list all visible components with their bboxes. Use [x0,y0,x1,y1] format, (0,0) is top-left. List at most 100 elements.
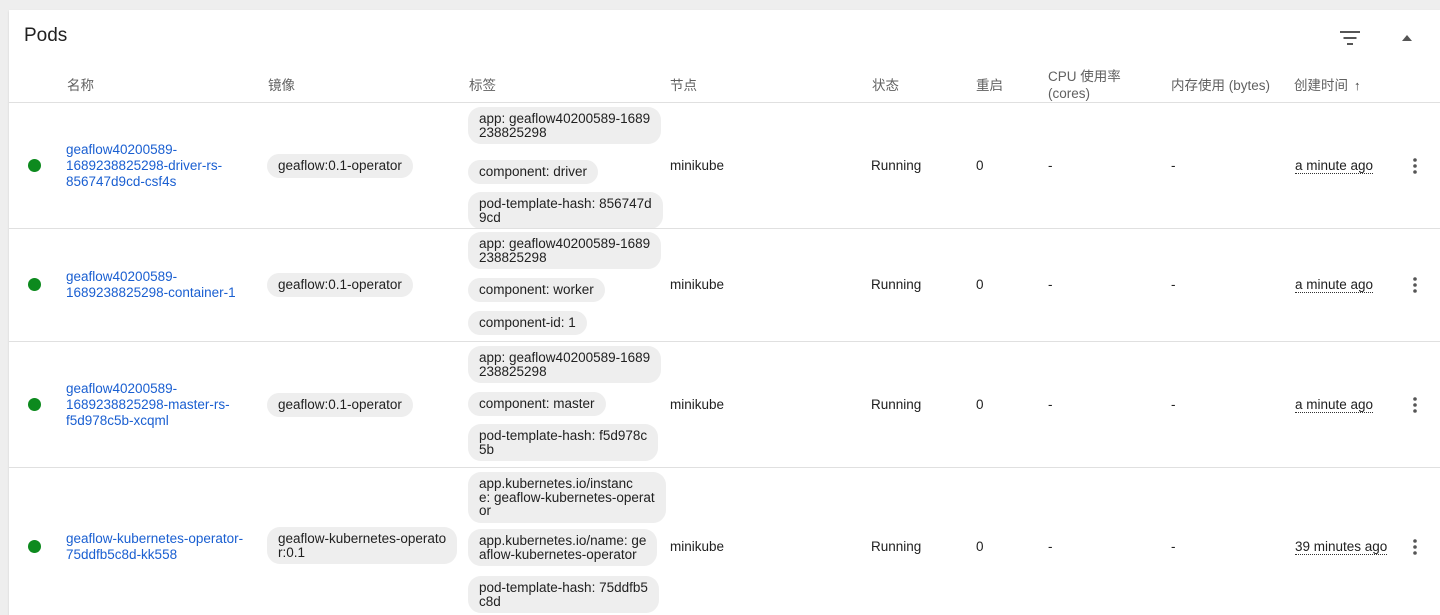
label-chip-line: component-id: 1 [479,315,576,330]
column-header-restarts: 重启 [976,77,1003,93]
label-chip-line: app.kubernetes.io/name: ge [479,533,647,548]
label-chip-line: aflow-kubernetes-operator [479,546,637,562]
pod-name-line: geaflow40200589- [66,269,178,284]
image-chip: geaflow:0.1-operator [267,273,413,297]
status-running-icon [28,398,41,411]
cpu-cell: - [1048,539,1053,554]
column-header-labels: 标签 [469,77,496,93]
header-divider [9,102,1440,103]
column-header-status: 状态 [872,77,899,93]
label-chip-line: component: master [479,396,595,411]
arrow-drop-up-icon[interactable] [1395,26,1419,50]
more-vert-icon[interactable] [1405,393,1425,417]
created-cell: a minute ago [1295,158,1374,174]
memory-cell: - [1171,158,1176,173]
more-vert-icon[interactable] [1405,273,1425,297]
pod-name-line: 1689238825298-container-1 [66,285,236,300]
pod-name-line: geaflow40200589- [66,142,178,157]
restarts-cell: 0 [976,539,984,554]
node-cell: minikube [670,539,725,554]
pod-name-link[interactable]: geaflow40200589- 1689238825298-driver-rs-… [66,142,222,190]
label-chip-line: 9cd [479,209,501,225]
status-cell: Running [871,158,922,173]
restarts-cell: 0 [976,397,984,412]
column-header-created[interactable]: 创建时间 ↑ [1294,68,1361,102]
column-header-name[interactable]: 名称 [67,68,94,102]
label-chip-line: 238825298 [479,124,547,140]
label-chip-line: app: geaflow40200589-1689 [479,111,651,126]
created-age: a minute ago [1295,277,1374,293]
column-header-memory: 内存使用 (bytes) [1171,77,1271,93]
more-vert-icon[interactable] [1405,154,1425,178]
pod-name-line: geaflow40200589- [66,381,178,396]
label-chip: pod-template-hash: f5d978c 5b [468,424,659,461]
label-chip: app: geaflow40200589-1689 238825298 [468,107,662,144]
pod-name-link[interactable]: geaflow40200589- 1689238825298-container-… [66,269,236,301]
created-cell: a minute ago [1295,277,1374,293]
card-title: Pods [24,25,68,46]
label-chip-line: component: worker [479,282,594,297]
image-chip: geaflow:0.1-operator [267,393,413,417]
memory-cell: - [1171,397,1176,412]
label-chip-line: component: driver [479,164,588,179]
label-chip-line: app.kubernetes.io/instanc [479,476,633,491]
label-chip-line: e: geaflow-kubernetes-operat [479,489,655,505]
pod-name-line: geaflow-kubernetes-operator- [66,531,244,546]
label-chip: app.kubernetes.io/instanc e: geaflow-kube… [468,472,666,523]
status-running-icon [28,278,41,291]
node-cell: minikube [670,158,725,173]
node-cell: minikube [670,277,725,292]
status-cell: Running [871,539,922,554]
restarts-cell: 0 [976,277,984,292]
more-vert-icon[interactable] [1405,535,1425,559]
label-chip: app: geaflow40200589-1689 238825298 [468,346,662,383]
row-divider [9,341,1440,342]
column-header-cpu-line1: CPU 使用率 [1048,69,1121,84]
pod-name-link[interactable]: geaflow40200589- 1689238825298-master-rs-… [66,381,230,429]
label-chip-line: c8d [479,593,501,609]
created-age: a minute ago [1295,397,1374,413]
created-cell: a minute ago [1295,397,1374,413]
label-chip: pod-template-hash: 75ddfb5 c8d [468,576,659,613]
label-chip-line: pod-template-hash: 856747d [479,196,652,211]
label-chip-line: app: geaflow40200589-1689 [479,350,651,365]
node-cell: minikube [670,397,725,412]
column-header-node: 节点 [670,77,697,93]
label-chip-line: pod-template-hash: f5d978c [479,428,648,443]
label-chip: app.kubernetes.io/name: ge aflow-kubernet… [468,529,658,566]
image-chip: geaflow-kubernetes-operato r:0.1 [267,527,458,564]
status-cell: Running [871,397,922,412]
pods-card: Pods 名称 镜像 标签 节点 状态 重启 CPU 使用率 (cores) 内… [9,10,1440,615]
image-chip: geaflow:0.1-operator [267,154,413,178]
memory-cell: - [1171,539,1176,554]
column-header-cpu: CPU 使用率 (cores) [1048,68,1121,102]
status-cell: Running [871,277,922,292]
status-running-icon [28,159,41,172]
pod-name-line: 1689238825298-master-rs- [66,397,230,412]
created-cell: 39 minutes ago [1295,539,1388,555]
label-chip-line: 5b [479,441,495,457]
status-running-icon [28,540,41,553]
pod-name-line: 75ddfb5c8d-kk558 [66,547,178,562]
arrow-upward-icon[interactable]: ↑ [1354,77,1361,94]
row-divider [9,228,1440,229]
pod-name-line: 856747d9cd-csf4s [66,174,177,189]
image-chip-line: geaflow-kubernetes-operato [278,531,447,546]
cpu-cell: - [1048,277,1053,292]
label-chip-line: 238825298 [479,363,547,379]
pod-name-line: 1689238825298-driver-rs- [66,158,223,173]
cpu-cell: - [1048,397,1053,412]
label-chip: app: geaflow40200589-1689 238825298 [468,232,662,269]
label-chip-line: 238825298 [479,249,547,265]
label-chip: component: driver [468,160,599,184]
filter-list-icon[interactable] [1338,26,1362,50]
card-header: Pods [9,10,1440,62]
pod-name-link[interactable]: geaflow-kubernetes-operator- 75ddfb5c8d-k… [66,531,243,563]
label-chip: pod-template-hash: 856747d 9cd [468,192,663,229]
column-header-created-label: 创建时间 [1294,77,1348,93]
row-divider [9,467,1440,468]
label-chip: component: worker [468,278,605,302]
column-header-image: 镜像 [268,77,295,93]
label-chip: component: master [468,392,606,416]
label-chip-line: or [479,503,492,518]
